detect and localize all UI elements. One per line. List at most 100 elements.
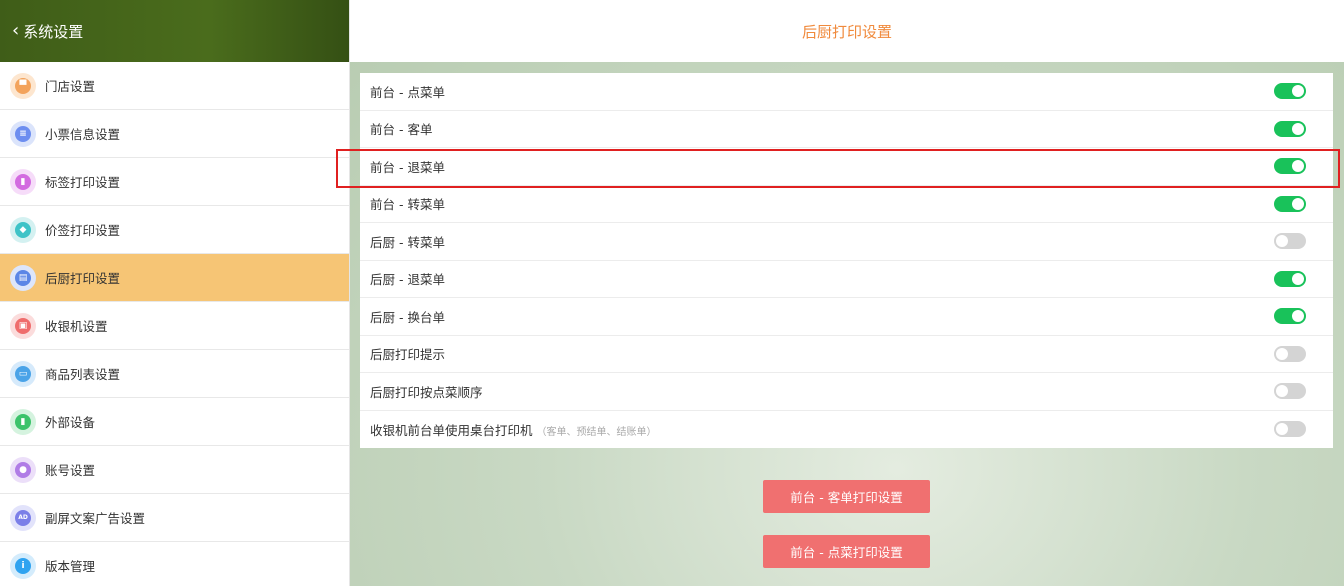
sidebar-item[interactable]: ▮ 标签打印设置: [0, 158, 349, 206]
sidebar-item-label: 账号设置: [45, 463, 96, 478]
icon-glyph: ●: [15, 461, 31, 478]
setting-label: 后厨打印提示: [370, 347, 446, 363]
setting-label-group: 后厨 - 换台单: [370, 307, 445, 326]
printer-icon: ▤: [10, 264, 36, 291]
toggle-knob: [1292, 272, 1304, 285]
setting-label: 前台 - 转菜单: [370, 197, 445, 213]
setting-label: 前台 - 退菜单: [370, 159, 445, 175]
toggle-switch[interactable]: [1274, 270, 1306, 287]
sidebar-item[interactable]: ▭ 商品列表设置: [0, 350, 349, 398]
info-icon: i: [10, 552, 36, 579]
toggle-knob: [1292, 310, 1304, 323]
sidebar-item[interactable]: ▣ 收银机设置: [0, 302, 349, 350]
sidebar-item-label: 副屏文案广告设置: [45, 511, 146, 526]
setting-label-group: 后厨打印提示: [370, 344, 445, 363]
product-list-icon: ▭: [10, 360, 36, 387]
cash-register-icon: ▣: [10, 312, 36, 339]
setting-label-group: 前台 - 转菜单: [370, 194, 445, 213]
setting-label: 前台 - 点菜单: [370, 84, 445, 100]
sidebar-item[interactable]: AD 副屏文案广告设置: [0, 494, 349, 542]
sidebar-item[interactable]: ● 账号设置: [0, 446, 349, 494]
sidebar-item-label: 商品列表设置: [45, 367, 121, 382]
toggle-switch[interactable]: [1274, 120, 1306, 137]
toggle-knob: [1292, 197, 1304, 210]
icon-glyph: ≡: [15, 125, 31, 142]
setting-label-group: 后厨 - 转菜单: [370, 232, 445, 251]
sidebar-item[interactable]: ◆ 价签打印设置: [0, 206, 349, 254]
toggle-knob: [1292, 85, 1304, 98]
setting-row: 后厨 - 转菜单: [360, 223, 1333, 261]
sidebar-title: 系统设置: [23, 22, 84, 41]
sidebar-item[interactable]: ▀ 门店设置: [0, 62, 349, 110]
setting-hint: （客单、预结单、结账单）: [536, 426, 657, 438]
sidebar: ‹ 系统设置 ▀ 门店设置 ≡ 小票信息设置 ▮ 标签打印设置 ◆ 价签打印设置 ▤ 后厨打印设置…: [0, 0, 350, 586]
setting-label-group: 前台 - 退菜单: [370, 157, 445, 176]
setting-label: 后厨 - 转菜单: [370, 234, 445, 250]
sidebar-menu: ▀ 门店设置 ≡ 小票信息设置 ▮ 标签打印设置 ◆ 价签打印设置 ▤ 后厨打印设置 ▣ 收银机设置 ▭…: [0, 62, 349, 586]
page-title: 后厨打印设置: [350, 0, 1344, 62]
user-icon: ●: [10, 456, 36, 483]
setting-label: 后厨打印按点菜顺序: [370, 384, 483, 400]
receipt-icon: ≡: [10, 120, 36, 147]
bookmark-icon: ▮: [10, 168, 36, 195]
setting-row: 后厨 - 换台单: [360, 298, 1333, 336]
setting-label-group: 后厨 - 退菜单: [370, 269, 445, 288]
toggle-switch[interactable]: [1274, 345, 1306, 362]
icon-glyph: ▤: [15, 269, 31, 286]
toggle-switch[interactable]: [1274, 83, 1306, 100]
sidebar-item[interactable]: ≡ 小票信息设置: [0, 110, 349, 158]
main-panel: 后厨打印设置 前台 - 点菜单 前台 - 客单 前台 - 退菜单 前台 - 转菜单 后厨…: [350, 0, 1344, 586]
guest-bill-print-settings-button[interactable]: 前台 - 客单打印设置: [763, 480, 930, 513]
settings-list: 前台 - 点菜单 前台 - 客单 前台 - 退菜单 前台 - 转菜单 后厨 - 转菜单后…: [360, 73, 1333, 448]
icon-glyph: ▣: [15, 317, 31, 334]
back-header[interactable]: ‹ 系统设置: [0, 0, 349, 62]
setting-row: 前台 - 点菜单: [360, 73, 1333, 111]
icon-glyph: ◆: [15, 221, 31, 238]
setting-label: 前台 - 客单: [370, 122, 433, 138]
toggle-switch[interactable]: [1274, 421, 1306, 438]
setting-label: 后厨 - 退菜单: [370, 272, 445, 288]
setting-label: 后厨 - 换台单: [370, 309, 445, 325]
icon-glyph: ▮: [15, 413, 31, 430]
sidebar-item-label: 门店设置: [45, 79, 96, 94]
sidebar-item-label: 版本管理: [45, 559, 96, 574]
icon-glyph: ▮: [15, 173, 31, 190]
ad-icon: AD: [10, 504, 36, 531]
toggle-switch[interactable]: [1274, 195, 1306, 212]
setting-row: 收银机前台单使用桌台打印机 （客单、预结单、结账单）: [360, 411, 1333, 449]
sidebar-item[interactable]: ▮ 外部设备: [0, 398, 349, 446]
toggle-switch[interactable]: [1274, 233, 1306, 250]
toggle-knob: [1292, 122, 1304, 135]
setting-row: 后厨 - 退菜单: [360, 261, 1333, 298]
sidebar-item-label: 收银机设置: [45, 319, 108, 334]
sidebar-item-label: 后厨打印设置: [45, 271, 121, 286]
sidebar-item-label: 外部设备: [45, 415, 96, 430]
setting-row: 后厨打印提示: [360, 336, 1333, 373]
sidebar-item-label: 小票信息设置: [45, 127, 121, 142]
setting-row: 后厨打印按点菜顺序: [360, 373, 1333, 411]
sidebar-item-label: 价签打印设置: [45, 223, 121, 238]
toggle-switch[interactable]: [1274, 158, 1306, 175]
icon-glyph: ▀: [15, 77, 31, 94]
icon-glyph: ▭: [15, 365, 31, 382]
icon-glyph: i: [15, 557, 31, 574]
toggle-knob: [1276, 347, 1288, 360]
setting-label-group: 前台 - 客单: [370, 119, 432, 138]
toggle-knob: [1276, 385, 1288, 398]
sidebar-item-label: 标签打印设置: [45, 175, 121, 190]
chevron-left-icon[interactable]: ‹: [12, 22, 19, 40]
setting-row: 前台 - 退菜单: [360, 148, 1333, 186]
toggle-knob: [1276, 423, 1288, 436]
price-tag-icon: ◆: [10, 216, 36, 243]
sidebar-item[interactable]: ▤ 后厨打印设置: [0, 254, 349, 302]
sidebar-item[interactable]: i 版本管理: [0, 542, 349, 586]
setting-label-group: 前台 - 点菜单: [370, 82, 445, 101]
setting-row: 前台 - 转菜单: [360, 186, 1333, 223]
toggle-switch[interactable]: [1274, 383, 1306, 400]
toggle-switch[interactable]: [1274, 308, 1306, 325]
order-print-settings-button[interactable]: 前台 - 点菜打印设置: [763, 535, 930, 568]
setting-row: 前台 - 客单: [360, 111, 1333, 148]
toggle-knob: [1292, 160, 1304, 173]
setting-label-group: 后厨打印按点菜顺序: [370, 382, 483, 401]
icon-glyph: AD: [15, 509, 31, 526]
